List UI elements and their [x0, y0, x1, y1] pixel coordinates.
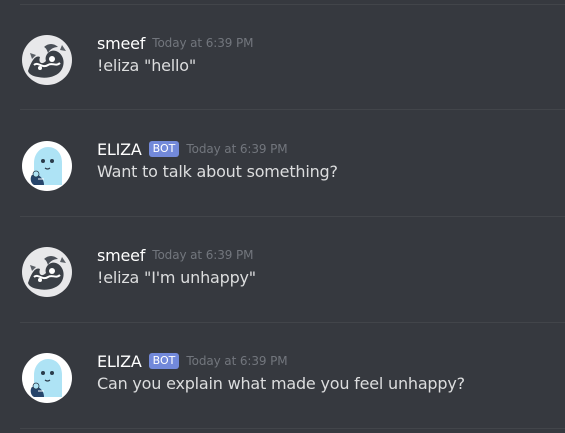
eliza-ghost-avatar-icon[interactable] — [22, 141, 72, 191]
message-divider — [20, 4, 565, 5]
message-header: smeef Today at 6:39 PM — [97, 30, 254, 56]
message-content: Want to talk about something? — [97, 162, 338, 181]
message-content: !eliza "hello" — [97, 56, 197, 75]
message-divider — [20, 428, 565, 429]
timestamp[interactable]: Today at 6:39 PM — [186, 142, 287, 156]
message-divider — [20, 216, 565, 217]
message-divider — [20, 109, 565, 110]
bot-badge: BOT — [148, 141, 180, 157]
message-group: smeef Today at 6:39 PM !eliza "I'm unhap… — [0, 237, 565, 307]
username[interactable]: ELIZA — [97, 352, 142, 371]
bot-badge: BOT — [148, 353, 180, 369]
eliza-ghost-avatar-icon[interactable] — [22, 353, 72, 403]
message-divider — [20, 322, 565, 323]
timestamp[interactable]: Today at 6:39 PM — [186, 354, 287, 368]
message-header: ELIZA BOT Today at 6:39 PM — [97, 136, 288, 162]
username[interactable]: ELIZA — [97, 140, 142, 159]
smeef-avatar-icon[interactable] — [22, 247, 72, 297]
smeef-avatar-icon[interactable] — [22, 35, 72, 85]
message-header: ELIZA BOT Today at 6:39 PM — [97, 348, 288, 374]
message-group: ELIZA BOT Today at 6:39 PM Can you expla… — [0, 343, 565, 413]
message-content: !eliza "I'm unhappy" — [97, 268, 256, 287]
message-group: smeef Today at 6:39 PM !eliza "hello" — [0, 25, 565, 95]
username[interactable]: smeef — [97, 246, 145, 265]
message-content: Can you explain what made you feel unhap… — [97, 374, 465, 393]
username[interactable]: smeef — [97, 34, 145, 53]
message-header: smeef Today at 6:39 PM — [97, 242, 254, 268]
timestamp[interactable]: Today at 6:39 PM — [152, 248, 253, 262]
message-group: ELIZA BOT Today at 6:39 PM Want to talk … — [0, 131, 565, 201]
timestamp[interactable]: Today at 6:39 PM — [152, 36, 253, 50]
chat-message-list: smeef Today at 6:39 PM !eliza "hello" EL… — [0, 0, 565, 433]
